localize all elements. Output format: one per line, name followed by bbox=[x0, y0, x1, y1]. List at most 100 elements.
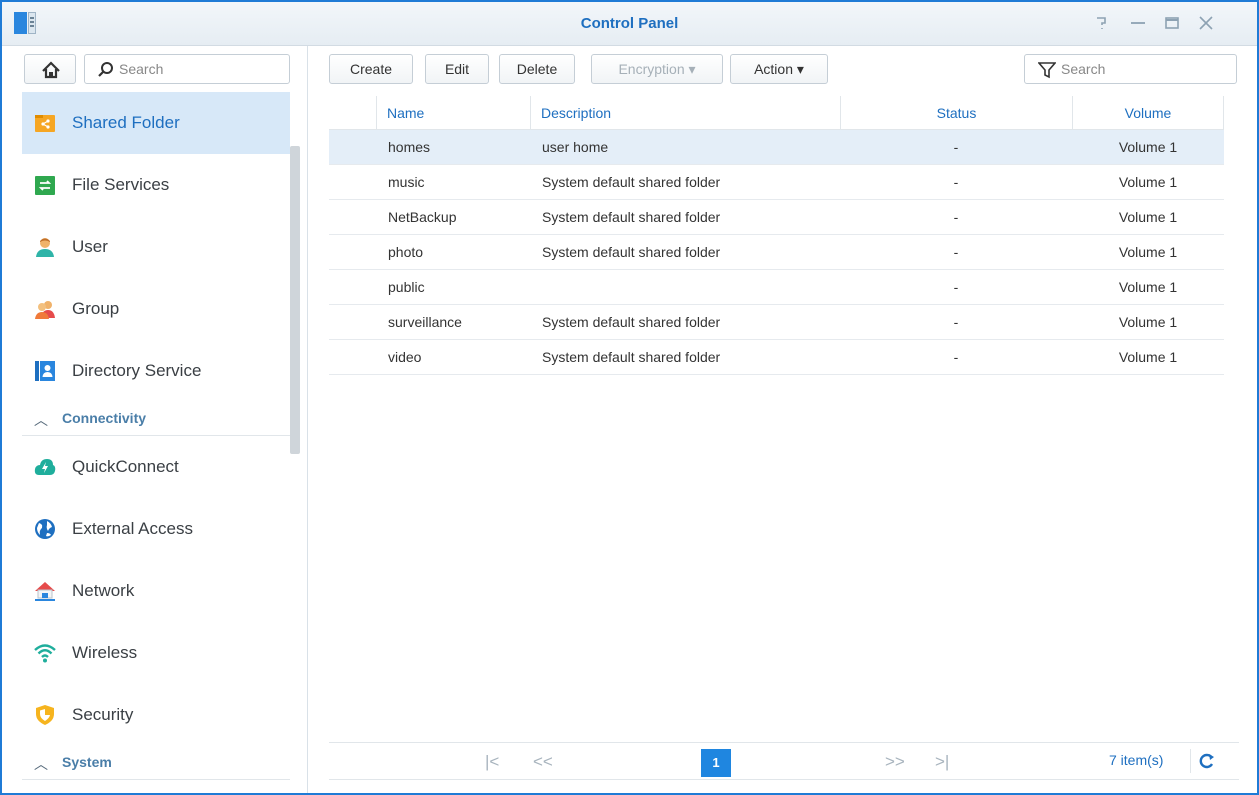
sidebar-item-label: Network bbox=[72, 581, 135, 600]
sidebar-item-security[interactable]: Security bbox=[22, 684, 290, 746]
search-icon bbox=[98, 62, 113, 77]
cell-status: - bbox=[953, 314, 959, 330]
edit-button[interactable]: Edit bbox=[425, 54, 489, 84]
sidebar-item-label: QuickConnect bbox=[72, 457, 179, 476]
cell-description: System default shared folder bbox=[542, 209, 721, 225]
table-row[interactable]: public - Volume 1 bbox=[329, 270, 1224, 305]
table-row[interactable]: NetBackup System default shared folder -… bbox=[329, 200, 1224, 235]
encryption-dropdown-button[interactable]: Encryption ▾ bbox=[591, 54, 723, 84]
sidebar-section-connectivity[interactable]: ︿ Connectivity bbox=[22, 402, 290, 436]
table-row[interactable]: music System default shared folder - Vol… bbox=[329, 165, 1224, 200]
quickconnect-icon bbox=[34, 459, 56, 475]
cell-status: - bbox=[953, 174, 959, 190]
section-label: Connectivity bbox=[62, 410, 147, 426]
cell-description: System default shared folder bbox=[542, 174, 721, 190]
cell-name: photo bbox=[388, 244, 424, 260]
chevron-up-icon: ︿ bbox=[34, 412, 48, 428]
sidebar-search-input[interactable] bbox=[119, 60, 279, 78]
cell-name: music bbox=[388, 174, 425, 190]
table-row[interactable]: surveillance System default shared folde… bbox=[329, 305, 1224, 340]
cell-status: - bbox=[953, 279, 959, 295]
column-header-status[interactable]: Status bbox=[840, 96, 1072, 130]
control-panel-window: Control Panel Shared Folder bbox=[0, 0, 1259, 795]
sidebar-search-field[interactable] bbox=[84, 54, 290, 84]
filter-search-field[interactable] bbox=[1024, 54, 1237, 84]
current-page-button[interactable]: 1 bbox=[701, 749, 731, 777]
cell-volume: Volume 1 bbox=[1118, 244, 1178, 260]
sidebar-item-label: User bbox=[72, 237, 108, 256]
cell-name: public bbox=[388, 279, 425, 295]
cell-status: - bbox=[953, 244, 959, 260]
help-icon[interactable] bbox=[1092, 13, 1112, 33]
refresh-button[interactable] bbox=[1190, 749, 1214, 773]
sidebar-item-directory-service[interactable]: Directory Service bbox=[22, 340, 290, 402]
sidebar-item-label: External Access bbox=[72, 519, 193, 538]
cell-description: System default shared folder bbox=[542, 349, 721, 365]
sidebar-item-label: Directory Service bbox=[72, 361, 202, 380]
sidebar-item-network[interactable]: Network bbox=[22, 560, 290, 622]
cell-description: user home bbox=[542, 139, 609, 155]
sidebar-item-label: Wireless bbox=[72, 643, 138, 662]
sidebar-item-file-services[interactable]: File Services bbox=[22, 154, 290, 216]
action-dropdown-button[interactable]: Action ▾ bbox=[730, 54, 828, 84]
table-row[interactable]: video System default shared folder - Vol… bbox=[329, 340, 1224, 375]
table-header: Name Description Status Volume bbox=[329, 96, 1224, 130]
sidebar-item-label: Group bbox=[72, 299, 120, 318]
sidebar-item-wireless[interactable]: Wireless bbox=[22, 622, 290, 684]
main-panel: Create Edit Delete Encryption ▾ Action ▾… bbox=[309, 46, 1257, 793]
cell-volume: Volume 1 bbox=[1118, 174, 1178, 190]
cell-status: - bbox=[953, 209, 959, 225]
cell-name: NetBackup bbox=[388, 209, 457, 225]
filter-icon bbox=[1038, 62, 1056, 79]
home-button[interactable] bbox=[24, 54, 76, 84]
cell-status: - bbox=[953, 349, 959, 365]
file-services-icon bbox=[35, 176, 55, 195]
home-icon bbox=[42, 61, 60, 79]
sidebar-item-label: File Services bbox=[72, 175, 170, 194]
table-row[interactable]: homes user home - Volume 1 bbox=[329, 130, 1224, 165]
cell-volume: Volume 1 bbox=[1118, 349, 1178, 365]
next-page-icon[interactable]: >> bbox=[885, 752, 905, 772]
filter-search-input[interactable] bbox=[1061, 60, 1231, 78]
globe-icon bbox=[35, 519, 55, 539]
table-row[interactable]: photo System default shared folder - Vol… bbox=[329, 235, 1224, 270]
column-header-description[interactable]: Description bbox=[530, 96, 840, 130]
column-header-name[interactable]: Name bbox=[376, 96, 530, 130]
delete-button[interactable]: Delete bbox=[499, 54, 575, 84]
sidebar-scrollbar[interactable] bbox=[290, 146, 300, 454]
sidebar-section-system[interactable]: ︿ System bbox=[22, 746, 290, 780]
close-icon[interactable] bbox=[1196, 13, 1216, 33]
group-icon bbox=[35, 301, 55, 319]
shield-icon bbox=[36, 705, 54, 725]
cell-volume: Volume 1 bbox=[1118, 279, 1178, 295]
cell-description: System default shared folder bbox=[542, 314, 721, 330]
sidebar-nav: Shared Folder File Services User Group D… bbox=[22, 92, 290, 780]
cell-name: video bbox=[388, 349, 422, 365]
user-icon bbox=[36, 238, 54, 257]
sidebar-item-user[interactable]: User bbox=[22, 216, 290, 278]
sidebar-item-group[interactable]: Group bbox=[22, 278, 290, 340]
cell-volume: Volume 1 bbox=[1118, 209, 1178, 225]
first-page-icon[interactable]: |< bbox=[485, 752, 499, 772]
sidebar-item-external-access[interactable]: External Access bbox=[22, 498, 290, 560]
previous-page-icon[interactable]: << bbox=[533, 752, 553, 772]
create-button[interactable]: Create bbox=[329, 54, 413, 84]
sidebar: Shared Folder File Services User Group D… bbox=[2, 46, 308, 793]
minimize-icon[interactable] bbox=[1128, 13, 1148, 33]
last-page-icon[interactable]: >| bbox=[935, 752, 949, 772]
cell-status: - bbox=[953, 139, 959, 155]
wifi-icon bbox=[34, 644, 56, 663]
chevron-up-icon: ︿ bbox=[34, 756, 48, 772]
title-bar[interactable]: Control Panel bbox=[2, 2, 1257, 46]
shared-folder-table: Name Description Status Volume homes use… bbox=[329, 96, 1224, 375]
sidebar-item-label: Shared Folder bbox=[72, 113, 180, 132]
shared-folder-icon bbox=[35, 115, 55, 132]
cell-description: System default shared folder bbox=[542, 244, 721, 260]
section-label: System bbox=[62, 754, 112, 770]
maximize-icon[interactable] bbox=[1162, 13, 1182, 33]
sidebar-item-quickconnect[interactable]: QuickConnect bbox=[22, 436, 290, 498]
item-count: 7 item(s) bbox=[1109, 752, 1164, 768]
cell-name: surveillance bbox=[388, 314, 462, 330]
column-header-volume[interactable]: Volume bbox=[1072, 96, 1224, 130]
sidebar-item-shared-folder[interactable]: Shared Folder bbox=[22, 92, 290, 154]
